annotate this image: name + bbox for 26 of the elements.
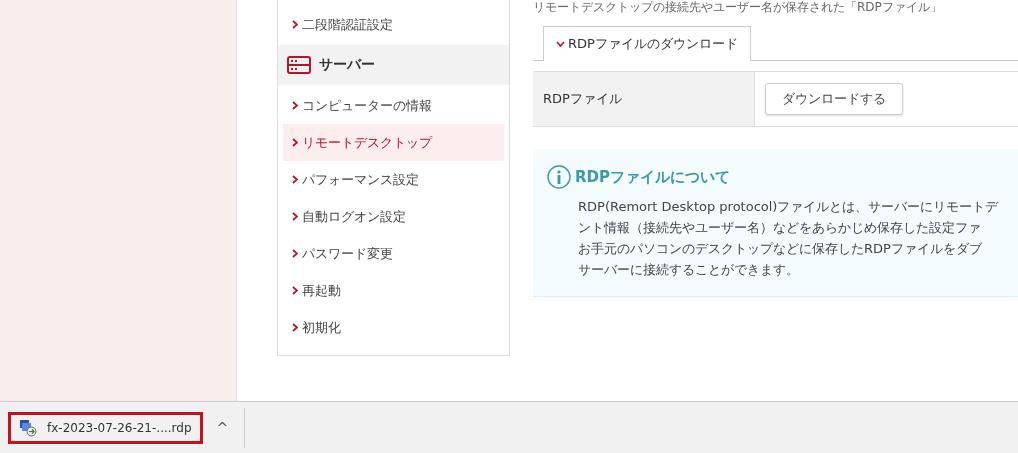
download-item[interactable]: fx-2023-07-26-21-....rdp: [8, 411, 203, 444]
chevron-right-icon: [292, 20, 298, 29]
info-title: RDPファイルについて: [575, 167, 730, 187]
chevron-down-icon: [556, 41, 565, 47]
info-icon: [547, 165, 571, 189]
section-title: サーバー: [319, 56, 375, 74]
intro-text: リモートデスクトップの接続先やユーザー名が保存された「RDPファイル」: [533, 0, 943, 15]
table-header-cell: RDPファイル: [533, 72, 755, 126]
info-text-line: RDP(Remort Desktop protocol)ファイルとは、サーバーにリモートデ: [578, 198, 1000, 216]
chevron-right-icon: [292, 286, 298, 295]
server-icon: [287, 56, 311, 74]
remote-desktop-file-icon: [19, 418, 37, 437]
chevron-right-icon: [292, 138, 298, 147]
file-name: fx-2023-07-26-21-....rdp: [47, 420, 192, 435]
expand-button[interactable]: ^: [210, 417, 235, 438]
download-button[interactable]: ダウンロードする: [765, 83, 903, 115]
tab[interactable]: RDPファイルのダウンロード: [543, 26, 751, 61]
info-text-line: ント情報（接続先やユーザー名）などをあらかじめ保存した設定ファ: [578, 219, 982, 237]
info-text-line: サーバーに接続することができます。: [578, 261, 800, 279]
sidebar-item[interactable]: リモートデスクトップ: [283, 124, 504, 161]
chevron-right-icon: [292, 212, 298, 221]
chevron-right-icon: [292, 323, 298, 332]
chevron-right-icon: [292, 175, 298, 184]
chevron-right-icon: [292, 101, 298, 110]
info-text-line: お手元のパソコンのデスクトップなどに保存したRDPファイルをダブ: [578, 240, 983, 258]
chevron-right-icon: [292, 249, 298, 258]
